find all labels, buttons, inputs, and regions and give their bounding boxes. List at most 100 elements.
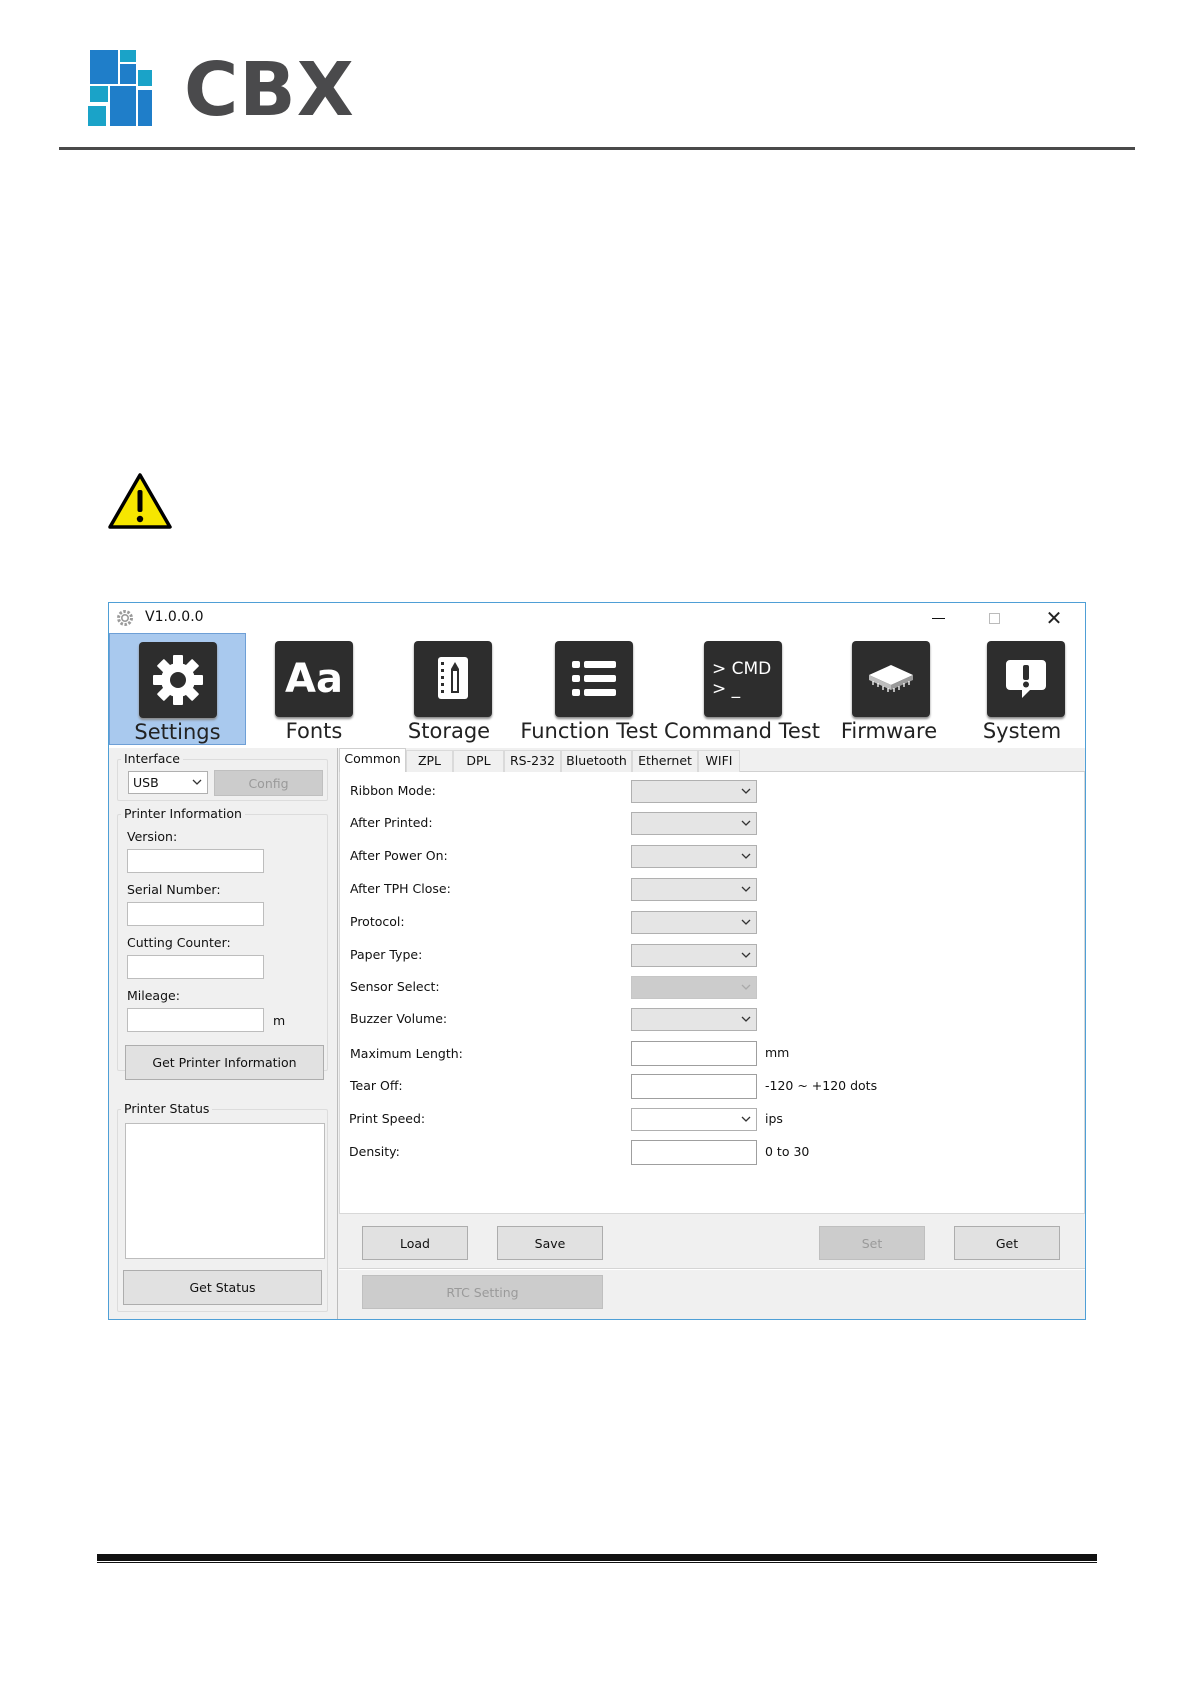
- mileage-field[interactable]: [127, 1008, 264, 1032]
- protocol-label: Protocol:: [350, 914, 405, 929]
- settings-tabs: Common ZPL DPL RS-232 Bluetooth Ethernet…: [339, 748, 1085, 773]
- toolbar-system[interactable]: System: [959, 633, 1085, 745]
- interface-select[interactable]: USB: [128, 771, 208, 794]
- cutting-counter-label: Cutting Counter:: [127, 935, 231, 950]
- print-speed-unit: ips: [765, 1111, 783, 1126]
- get-status-button[interactable]: Get Status: [123, 1270, 322, 1305]
- cutting-counter-field[interactable]: [127, 955, 264, 979]
- toolbar-storage-label: Storage: [407, 719, 491, 743]
- font-aa-icon: Aa: [275, 641, 353, 717]
- rtc-setting-button[interactable]: RTC Setting: [362, 1275, 603, 1309]
- version-label: Version:: [127, 829, 178, 844]
- maximize-icon: [988, 612, 1000, 624]
- serial-number-label: Serial Number:: [127, 882, 221, 897]
- logo-text: CBX: [184, 47, 355, 133]
- after-power-on-select[interactable]: [631, 845, 757, 868]
- after-tph-close-select[interactable]: [631, 878, 757, 901]
- density-input[interactable]: [631, 1140, 757, 1165]
- tab-wifi[interactable]: WIFI: [698, 750, 740, 772]
- toolbar-storage[interactable]: Storage: [379, 633, 519, 745]
- buzzer-volume-select[interactable]: [631, 1008, 757, 1031]
- cbx-logo-mark-icon: [88, 50, 152, 126]
- interface-value: USB: [133, 775, 159, 790]
- tear-off-unit: -120 ~ +120 dots: [765, 1078, 878, 1093]
- tab-ethernet[interactable]: Ethernet: [632, 750, 698, 772]
- cmd-line-1: > CMD: [712, 659, 772, 679]
- density-unit: 0 to 30: [765, 1144, 810, 1159]
- app-gear-icon: [117, 610, 133, 626]
- print-speed-select[interactable]: [631, 1108, 757, 1131]
- chevron-down-icon: [741, 1116, 751, 1122]
- header-rule: [59, 147, 1135, 150]
- save-button[interactable]: Save: [497, 1226, 603, 1260]
- window-title: V1.0.0.0: [145, 609, 204, 625]
- toolbar-firmware-label: Firmware: [840, 719, 938, 743]
- footer-rule: [97, 1554, 1097, 1563]
- chevron-down-icon: [741, 886, 751, 892]
- minimize-button[interactable]: [913, 603, 963, 633]
- settings-panel: Common ZPL DPL RS-232 Bluetooth Ethernet…: [339, 748, 1085, 1319]
- action-bar-separator: [339, 1268, 1085, 1270]
- printer-status-title: Printer Status: [121, 1101, 213, 1116]
- close-button[interactable]: ✕: [1029, 603, 1079, 633]
- tear-off-input[interactable]: [631, 1074, 757, 1099]
- interface-title: Interface: [121, 751, 183, 766]
- maximum-length-label: Maximum Length:: [350, 1046, 463, 1061]
- cbx-logo: CBX: [88, 50, 354, 128]
- printer-status-box[interactable]: [125, 1123, 325, 1259]
- ribbon-mode-label: Ribbon Mode:: [350, 783, 436, 798]
- sensor-select[interactable]: [631, 976, 757, 999]
- config-button[interactable]: Config: [214, 770, 323, 796]
- minimize-icon: [931, 617, 945, 619]
- tab-bluetooth[interactable]: Bluetooth: [561, 750, 632, 772]
- print-speed-label: Print Speed:: [349, 1111, 426, 1126]
- protocol-select[interactable]: [631, 911, 757, 934]
- left-panel: Interface USB Config Printer Information…: [109, 748, 338, 1319]
- serial-number-field[interactable]: [127, 902, 264, 926]
- sensor-select-label: Sensor Select:: [350, 979, 440, 994]
- cmd-icon: > CMD > _: [704, 641, 782, 717]
- printer-information-title: Printer Information: [121, 806, 245, 821]
- close-icon: ✕: [1045, 606, 1063, 630]
- action-bar: Load Save Set Get RTC Setting: [339, 1214, 1085, 1319]
- tear-off-label: Tear Off:: [350, 1078, 403, 1093]
- maximize-button[interactable]: [969, 603, 1019, 633]
- tab-common[interactable]: Common: [339, 748, 406, 773]
- toolbar-fonts-label: Fonts: [285, 719, 343, 743]
- after-printed-label: After Printed:: [350, 815, 433, 830]
- gear-icon: [139, 642, 217, 718]
- toolbar-function-test-label: Function Test: [520, 719, 658, 743]
- chevron-down-icon: [741, 984, 751, 990]
- list-icon: [555, 641, 633, 717]
- set-button[interactable]: Set: [819, 1226, 925, 1260]
- tab-rs232[interactable]: RS-232: [504, 750, 561, 772]
- paper-type-select[interactable]: [631, 944, 757, 967]
- maximum-length-input[interactable]: [631, 1041, 757, 1066]
- toolbar-command-test[interactable]: > CMD > _ Command Test: [664, 633, 820, 745]
- toolbar-firmware[interactable]: Firmware: [819, 633, 959, 745]
- chevron-down-icon: [741, 853, 751, 859]
- after-tph-close-label: After TPH Close:: [350, 881, 451, 896]
- ribbon-mode-select[interactable]: [631, 780, 757, 803]
- tab-zpl[interactable]: ZPL: [406, 750, 453, 772]
- toolbar-function-test[interactable]: Function Test: [519, 633, 659, 745]
- app-window: V1.0.0.0 ✕ Settings Aa Fonts Storage Fun…: [108, 602, 1086, 1320]
- get-button[interactable]: Get: [954, 1226, 1060, 1260]
- density-label: Density:: [349, 1144, 400, 1159]
- load-button[interactable]: Load: [362, 1226, 468, 1260]
- toolbar-settings-label: Settings: [134, 720, 221, 744]
- toolbar-system-label: System: [982, 719, 1062, 743]
- chevron-down-icon: [741, 788, 751, 794]
- tab-dpl[interactable]: DPL: [453, 750, 504, 772]
- version-field[interactable]: [127, 849, 264, 873]
- cmd-line-2: > _: [712, 679, 741, 699]
- buzzer-volume-label: Buzzer Volume:: [350, 1011, 448, 1026]
- chevron-down-icon: [192, 779, 202, 785]
- main-toolbar: Settings Aa Fonts Storage Function Test …: [109, 633, 1085, 748]
- get-printer-information-button[interactable]: Get Printer Information: [125, 1045, 324, 1080]
- toolbar-settings[interactable]: Settings: [109, 633, 246, 745]
- storage-pencil-icon: [414, 641, 492, 717]
- paper-type-label: Paper Type:: [350, 947, 423, 962]
- toolbar-fonts[interactable]: Aa Fonts: [249, 633, 379, 745]
- after-printed-select[interactable]: [631, 812, 757, 835]
